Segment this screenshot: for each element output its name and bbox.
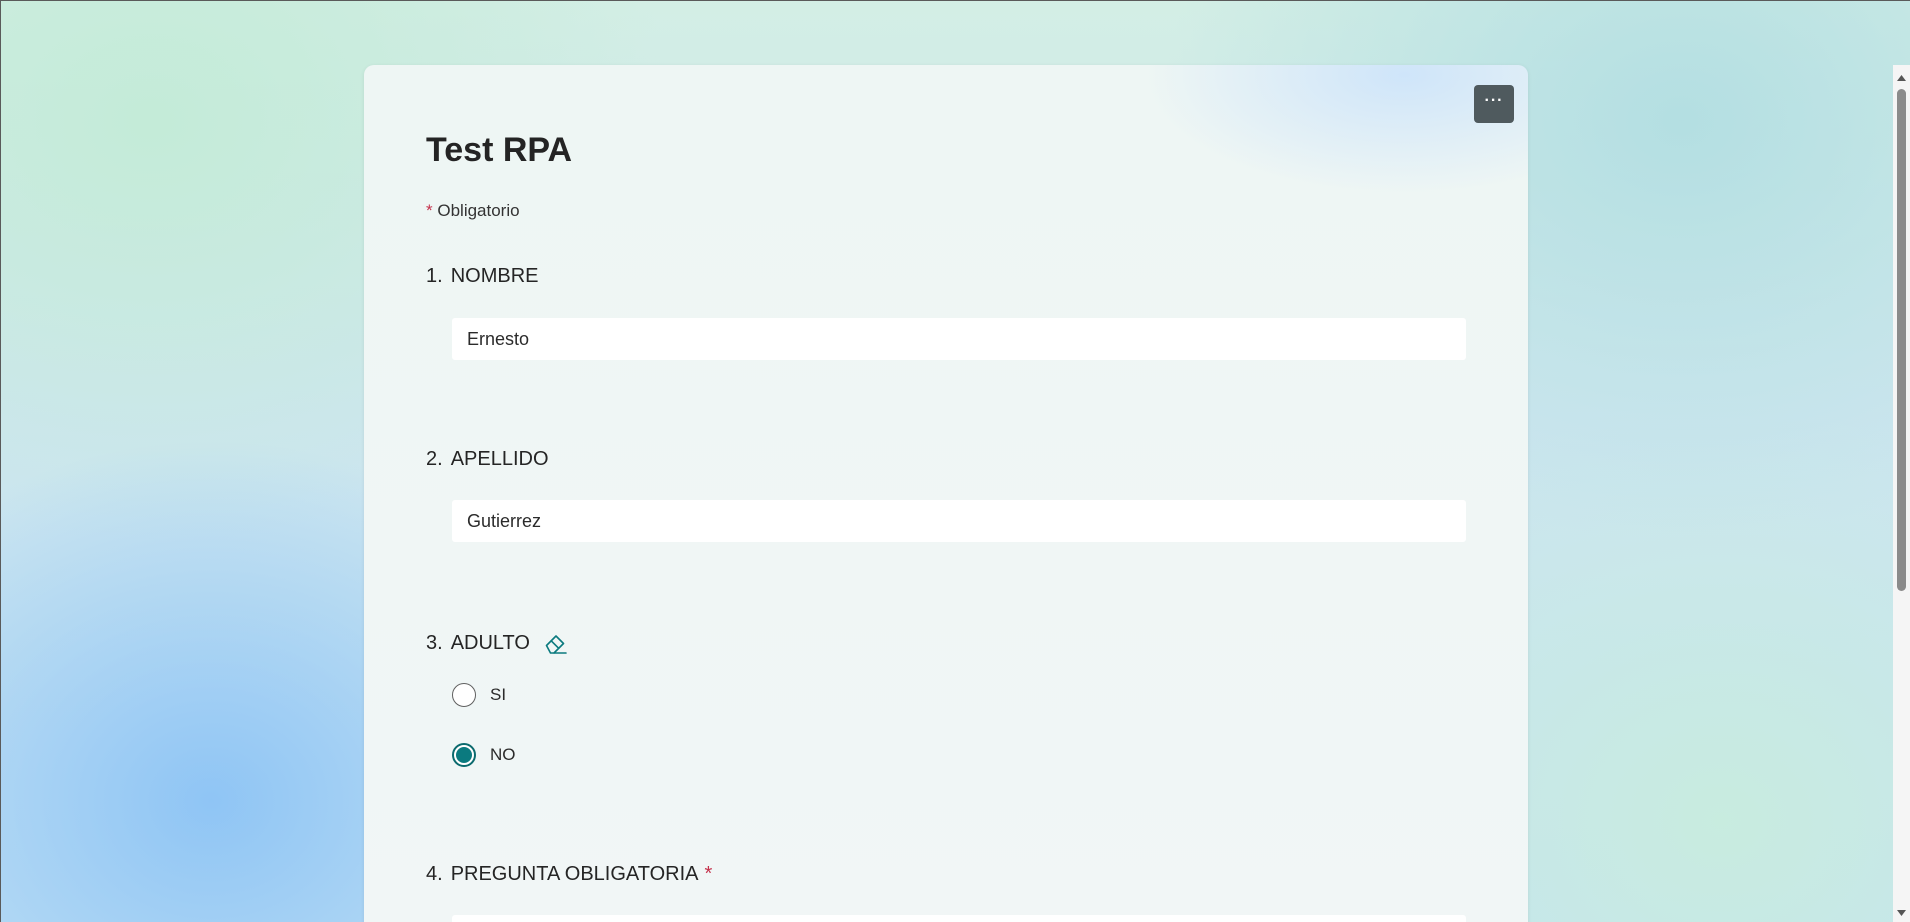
required-note-text: Obligatorio [437,201,520,220]
question-4-required-asterisk: * [704,863,713,885]
question-1-title: 1. NOMBRE [426,265,538,288]
question-3-number: 3. [426,631,443,654]
question-2-number: 2. [426,448,443,470]
question-4-number: 4. [426,863,443,885]
radio-no-dot [456,747,472,763]
scrollbar-thumb[interactable] [1897,89,1906,591]
form-card: ··· Test RPA * Obligatorio 1. NOMBRE 2. … [364,65,1528,922]
scroll-down-arrow-icon[interactable] [1893,904,1910,921]
more-options-button[interactable]: ··· [1474,85,1514,123]
radio-option-si[interactable]: SI [452,683,506,707]
required-note: * Obligatorio [426,201,520,221]
radio-si[interactable] [452,683,476,707]
radio-no-label: NO [490,745,516,764]
question-3-label: ADULTO [450,631,530,654]
question-2-title: 2. APELLIDO [426,448,549,471]
question-1-label: NOMBRE [450,265,539,287]
more-icon: ··· [1484,92,1504,109]
page-background: ··· Test RPA * Obligatorio 1. NOMBRE 2. … [0,0,1910,922]
eraser-icon[interactable] [542,629,570,657]
nombre-input[interactable] [452,318,1466,360]
question-1-number: 1. [426,265,443,287]
radio-no[interactable] [452,743,476,767]
radio-option-no[interactable]: NO [452,743,516,767]
scroll-up-arrow-icon[interactable] [1893,69,1910,86]
form-title: Test RPA [426,131,573,169]
page-scrollbar[interactable] [1893,65,1910,922]
radio-si-label: SI [490,685,507,704]
pregunta-obligatoria-input[interactable] [452,915,1466,922]
question-4-title: 4. PREGUNTA OBLIGATORIA * [426,863,712,886]
question-4-label: PREGUNTA OBLIGATORIA [450,863,699,885]
question-3-title: 3. ADULTO [426,629,570,657]
required-asterisk: * [426,201,433,220]
apellido-input[interactable] [452,500,1466,542]
question-2-label: APELLIDO [450,448,549,470]
